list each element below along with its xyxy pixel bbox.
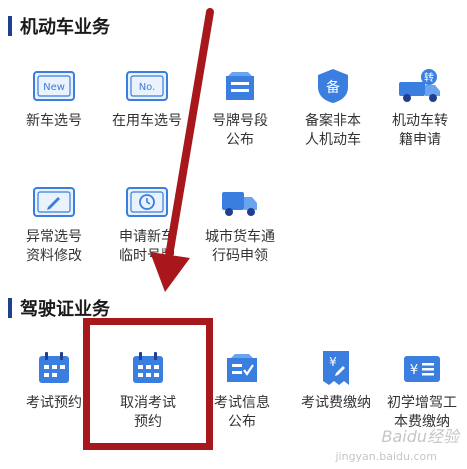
new-plate-icon: New <box>31 66 77 106</box>
service-new-car-plate[interactable]: New 新车选号 <box>8 66 100 131</box>
edit-plate-icon <box>31 182 77 222</box>
svg-text:¥: ¥ <box>410 363 418 378</box>
service-label: 在用车选号 <box>112 113 182 129</box>
service-label: 备案非本 人机动车 <box>305 113 361 148</box>
service-cancel-exam[interactable]: 取消考试 预约 <box>102 348 194 432</box>
service-label: 号牌号段 公布 <box>212 113 268 148</box>
no-plate-icon: No. <box>124 66 170 106</box>
receipt-yen-icon: ¥ <box>313 348 359 388</box>
service-label: 异常选号 资料修改 <box>26 229 82 264</box>
service-label: 城市货车通 行码申领 <box>205 229 275 264</box>
plate-list-icon <box>217 66 263 106</box>
svg-text:¥: ¥ <box>329 355 337 369</box>
service-learner-fee[interactable]: ¥ 初学增驾工 本费缴纳 <box>376 348 467 432</box>
section-title-license: 驾驶证业务 <box>20 299 110 320</box>
payment-yen-icon: ¥ <box>399 348 445 388</box>
calendar-icon <box>31 348 77 388</box>
exam-info-icon <box>219 348 265 388</box>
service-vehicle-transfer[interactable]: 转 机动车转 籍申请 <box>374 66 466 150</box>
section-title-vehicle: 机动车业务 <box>20 17 110 38</box>
calendar-cancel-icon <box>125 348 171 388</box>
service-plate-range[interactable]: 号牌号段 公布 <box>194 66 286 150</box>
service-exam-booking[interactable]: 考试预约 <box>8 348 100 413</box>
record-shield-icon: 备 <box>310 66 356 106</box>
watermark-url: jingyan.baidu.com <box>335 450 437 463</box>
service-exam-fee[interactable]: ¥ 考试费缴纳 <box>290 348 382 413</box>
svg-text:转: 转 <box>424 71 434 84</box>
service-label: 考试预约 <box>26 395 82 411</box>
truck-pass-icon <box>217 182 263 222</box>
service-abnormal-plate-edit[interactable]: 异常选号 资料修改 <box>8 182 100 266</box>
service-used-car-plate[interactable]: No. 在用车选号 <box>101 66 193 131</box>
section-header-license: 驾驶证业务 <box>8 296 110 320</box>
service-label: 考试信息 公布 <box>214 395 270 430</box>
svg-text:备: 备 <box>326 79 340 96</box>
service-label: 取消考试 预约 <box>120 395 176 430</box>
section-header-vehicle: 机动车业务 <box>8 14 110 38</box>
section-accent-bar <box>8 298 12 318</box>
service-exam-info[interactable]: 考试信息 公布 <box>196 348 288 432</box>
service-label: 申请新车 临时号牌 <box>119 229 175 264</box>
service-truck-pass[interactable]: 城市货车通 行码申领 <box>194 182 286 266</box>
service-record-vehicle[interactable]: 备 备案非本 人机动车 <box>287 66 379 150</box>
watermark-text: Baidu经验 <box>381 427 459 446</box>
temp-plate-clock-icon <box>124 182 170 222</box>
section-accent-bar <box>8 16 12 36</box>
service-temp-plate[interactable]: 申请新车 临时号牌 <box>101 182 193 266</box>
service-label: 新车选号 <box>26 113 82 129</box>
service-label: 机动车转 籍申请 <box>392 113 448 148</box>
svg-text:New: New <box>43 82 65 93</box>
svg-text:No.: No. <box>139 82 156 93</box>
service-label: 考试费缴纳 <box>301 395 371 411</box>
truck-transfer-icon: 转 <box>397 66 443 106</box>
